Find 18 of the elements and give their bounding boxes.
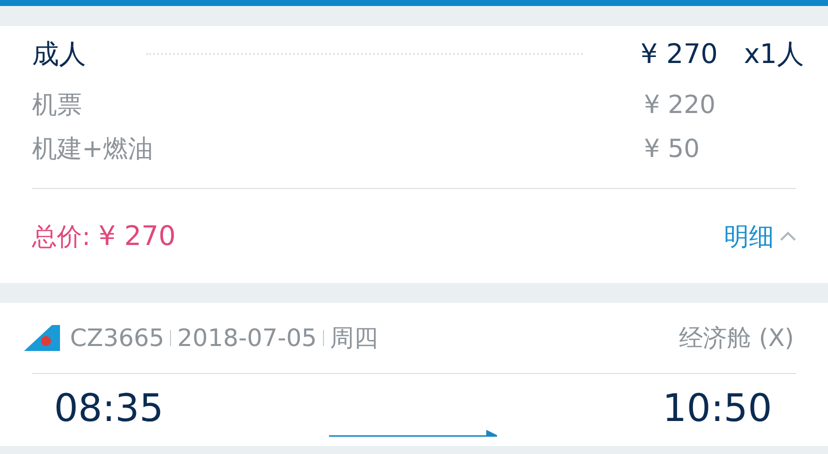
fee-price: ¥ 50 (644, 134, 701, 162)
arrival-time: 10:50 (662, 386, 772, 430)
departure-time: 08:35 (54, 386, 164, 430)
total-amount: ¥ 270 (98, 220, 176, 252)
passenger-price: ¥ 270 (640, 38, 718, 70)
fee-label: 机票 (32, 88, 82, 120)
total-label: 总价: (32, 220, 90, 252)
flight-number: CZ3665 (70, 324, 164, 352)
passenger-type: 成人 (32, 38, 86, 72)
cabin-class: 经济舱 (X) (679, 323, 794, 354)
details-link[interactable]: 明细 (724, 220, 796, 252)
flight-weekday: 周四 (330, 323, 378, 354)
arrow-icon (329, 430, 497, 438)
fee-price: ¥ 220 (644, 90, 717, 118)
fee-label: 机建+燃油 (32, 132, 153, 164)
flight-date: 2018-07-05 (177, 324, 317, 352)
airline-logo-icon (24, 325, 60, 351)
passenger-count: x1人 (744, 38, 804, 72)
